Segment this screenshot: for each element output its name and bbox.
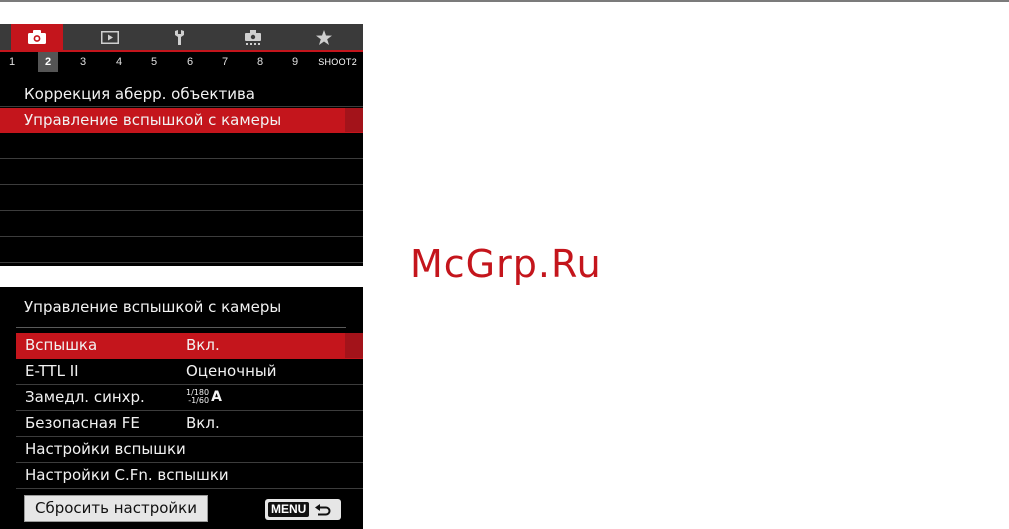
screen-title: Управление вспышкой с камеры — [24, 298, 282, 316]
page-number-row: 1 2 3 4 5 6 7 8 9 SHOOT2 — [0, 50, 363, 72]
camera-menu-screen: 1 2 3 4 5 6 7 8 9 SHOOT2 Коррекция аберр… — [0, 24, 363, 266]
page-3[interactable]: 3 — [73, 52, 93, 72]
reset-settings-button[interactable]: Сбросить настройки — [24, 495, 208, 522]
tab-my-menu[interactable] — [298, 24, 350, 50]
playback-icon — [101, 30, 119, 44]
row-label: Настройки C.Fn. вспышки — [25, 466, 229, 484]
page-1[interactable]: 1 — [2, 52, 22, 72]
sync-speed-value: 1/180 -1/60 A — [186, 387, 222, 407]
page-8[interactable]: 8 — [250, 52, 270, 72]
page-4[interactable]: 4 — [109, 52, 129, 72]
star-icon — [316, 29, 332, 45]
tab-shooting[interactable] — [11, 24, 63, 52]
sync-speed-bottom: -1/60 — [188, 396, 210, 405]
wrench-icon — [175, 29, 184, 45]
row-label: Вспышка — [25, 336, 98, 354]
page-7[interactable]: 7 — [215, 52, 235, 72]
flash-row-cfn-settings[interactable]: Настройки C.Fn. вспышки — [16, 463, 363, 489]
top-divider — [0, 0, 1009, 2]
menu-item-empty — [0, 238, 363, 263]
flash-control-screen: Управление вспышкой с камеры Вспышка Вкл… — [0, 287, 363, 529]
menu-item-empty — [0, 212, 363, 237]
camera-icon — [28, 30, 46, 44]
flash-row-safety-fe[interactable]: Безопасная FE Вкл. — [16, 411, 363, 437]
menu-label: MENU — [268, 502, 310, 517]
page-2[interactable]: 2 — [38, 52, 58, 72]
flash-row-flash-firing[interactable]: Вспышка Вкл. — [16, 333, 363, 359]
page-9[interactable]: 9 — [285, 52, 305, 72]
title-divider — [16, 327, 346, 328]
page-name: SHOOT2 — [318, 57, 357, 67]
row-value: Оценочный — [186, 362, 277, 380]
menu-item-lens-aberration[interactable]: Коррекция аберр. объектива — [0, 82, 363, 107]
tab-custom-functions[interactable] — [227, 24, 279, 50]
menu-item-empty — [0, 186, 363, 211]
sync-auto-suffix: A — [211, 389, 222, 405]
back-arrow-icon — [313, 503, 333, 516]
menu-item-empty — [0, 134, 363, 159]
row-label: E-TTL II — [25, 362, 79, 380]
page-6[interactable]: 6 — [180, 52, 200, 72]
flash-row-ettl[interactable]: E-TTL II Оценочный — [16, 359, 363, 385]
menu-item-empty — [0, 160, 363, 185]
watermark: McGrp.Ru — [410, 242, 602, 286]
row-label: Безопасная FE — [25, 414, 140, 432]
page-5[interactable]: 5 — [144, 52, 164, 72]
tab-playback[interactable] — [84, 24, 136, 50]
menu-item-flash-control[interactable]: Управление вспышкой с камеры — [0, 108, 363, 133]
custom-function-icon — [245, 29, 261, 45]
menu-tab-bar — [0, 24, 363, 52]
menu-back-button[interactable]: MENU — [265, 499, 341, 520]
flash-row-flash-settings[interactable]: Настройки вспышки — [16, 437, 363, 463]
tab-setup[interactable] — [155, 24, 207, 50]
row-value: Вкл. — [186, 336, 220, 354]
row-label: Настройки вспышки — [25, 440, 186, 458]
flash-row-slow-sync[interactable]: Замедл. синхр. 1/180 -1/60 A — [16, 385, 363, 411]
row-value: Вкл. — [186, 414, 220, 432]
row-label: Замедл. синхр. — [25, 388, 145, 406]
